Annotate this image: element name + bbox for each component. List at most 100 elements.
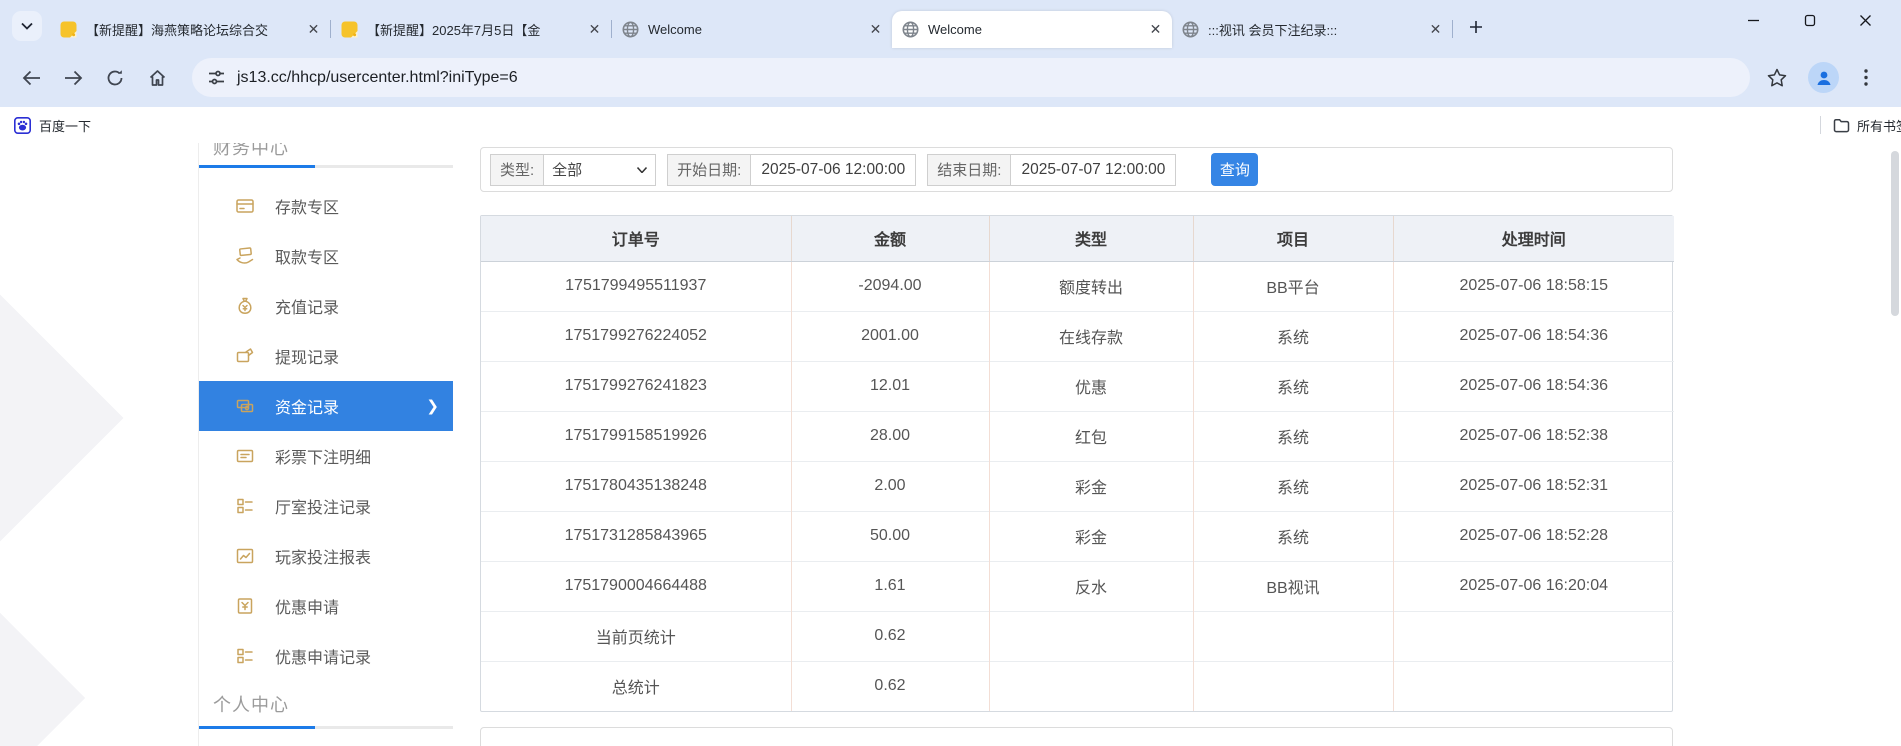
tab-separator: [1452, 20, 1453, 38]
forward-button[interactable]: [56, 61, 90, 95]
browser-tab-1[interactable]: 【新提醒】海燕策略论坛综合交 ✕: [50, 11, 330, 48]
table-cell: 2025-07-06 18:52:28: [1392, 510, 1674, 561]
bookmark-label: 百度一下: [39, 118, 92, 134]
home-button[interactable]: [140, 61, 174, 95]
wallet-out-icon: [235, 346, 255, 366]
sidebar-item-彩票下注明细[interactable]: 彩票下注明细: [199, 431, 453, 481]
star-icon: [1767, 68, 1787, 87]
sidebar-item-优惠申请记录[interactable]: 优惠申请记录: [199, 631, 453, 681]
tab-search-button[interactable]: [12, 11, 42, 41]
tab-close-button[interactable]: ✕: [586, 21, 603, 38]
table-cell: 2025-07-06 18:52:38: [1392, 410, 1674, 461]
start-date-input[interactable]: 2025-07-06 12:00:00: [750, 153, 917, 186]
table-cell: 1751790004664488: [481, 560, 791, 611]
maximize-button[interactable]: [1781, 1, 1837, 39]
reload-icon: [107, 69, 123, 85]
end-date-label: 结束日期:: [927, 153, 1011, 186]
sidebar-item-厅室投注记录[interactable]: 厅室投注记录: [199, 481, 453, 531]
table-cell: 2025-07-06 18:58:15: [1392, 261, 1674, 311]
end-date-input[interactable]: 2025-07-07 12:00:00: [1010, 153, 1177, 186]
sidebar-item-优惠申请[interactable]: 优惠申请: [199, 581, 453, 631]
reload-button[interactable]: [98, 61, 132, 95]
back-arrow-icon: [22, 70, 40, 85]
site-info-icon[interactable]: [208, 69, 225, 86]
browser-tab-3[interactable]: Welcome ✕: [612, 11, 892, 48]
table-cell: [988, 660, 1193, 711]
table-cell: 2001.00: [790, 310, 989, 361]
close-window-button[interactable]: [1837, 1, 1893, 39]
page-scrollbar[interactable]: [1891, 151, 1899, 316]
bookmark-star-button[interactable]: [1760, 61, 1794, 95]
sidebar-item-label: 玩家投注报表: [275, 550, 372, 567]
column-header: 项目: [1192, 216, 1393, 262]
table-cell: BB平台: [1192, 261, 1393, 311]
table-cell: 1751731285843965: [481, 510, 791, 561]
sidebar-item-提现记录[interactable]: 提现记录: [199, 331, 453, 381]
query-button[interactable]: 查询: [1211, 153, 1259, 186]
table-cell: 2.00: [790, 460, 989, 511]
browser-toolbar: js13.cc/hhcp/usercenter.html?iniType=6: [0, 48, 1901, 107]
sidebar-item-取款专区[interactable]: 取款专区: [199, 231, 453, 281]
table-cell: 1751799276241823: [481, 360, 791, 411]
sidebar-item-label: 取款专区: [275, 250, 340, 267]
table-cell: 彩金: [988, 510, 1193, 561]
table-row: 当前页统计 0.62: [481, 610, 1674, 661]
type-label: 类型:: [490, 153, 544, 186]
type-select[interactable]: 全部: [543, 153, 657, 186]
sidebar-item-label: 厅室投注记录: [275, 500, 372, 517]
browser-menu-button[interactable]: [1849, 61, 1883, 95]
table-row: 1751731285843965 50.00 彩金 系统 2025-07-06 18:5…: [481, 510, 1674, 561]
folder-icon: [1833, 118, 1850, 133]
sidebar-item-充值记录[interactable]: 充值记录: [199, 281, 453, 331]
minimize-button[interactable]: [1725, 1, 1781, 39]
profile-avatar[interactable]: [1808, 62, 1839, 93]
globe-favicon: [902, 21, 919, 38]
watermark-shape: [0, 577, 86, 746]
address-bar[interactable]: js13.cc/hhcp/usercenter.html?iniType=6: [192, 58, 1750, 97]
tabs-container: 【新提醒】海燕策略论坛综合交 ✕ 【新提醒】2025年7月5日【金 ✕ Welcome ✕…: [50, 11, 1453, 48]
tab-close-button[interactable]: ✕: [305, 21, 322, 38]
table-row: 1751790004664488 1.61 反水 BB视讯 2025-07-06 16:…: [481, 560, 1674, 611]
tab-close-button[interactable]: ✕: [1147, 21, 1164, 38]
table-cell: BB视讯: [1192, 560, 1393, 611]
new-tab-button[interactable]: [1461, 12, 1491, 42]
select-chevron-icon: [637, 166, 648, 173]
grid-list-icon: [235, 496, 255, 516]
sidebar-item-存款专区[interactable]: 存款专区: [199, 181, 453, 231]
watermark-shape: [0, 269, 124, 567]
table-cell: -2094.00: [790, 261, 989, 311]
table-cell: 彩金: [988, 460, 1193, 511]
tab-title: Welcome: [928, 22, 982, 37]
table-cell: 2025-07-06 18:54:36: [1392, 360, 1674, 411]
table-cell: 28.00: [790, 410, 989, 461]
browser-tab-5[interactable]: :::视讯 会员下注纪录::: ✕: [1172, 11, 1452, 48]
tab-close-button[interactable]: ✕: [867, 21, 884, 38]
close-icon: [1859, 14, 1871, 26]
back-button[interactable]: [14, 61, 48, 95]
bookmark-baidu[interactable]: 百度一下: [14, 116, 91, 135]
sidebar-item-资金记录[interactable]: 资金记录 ❯: [199, 381, 453, 431]
table-cell: [1192, 660, 1393, 711]
funds-notes-icon: [235, 396, 255, 416]
tab-close-button[interactable]: ✕: [1427, 21, 1444, 38]
toolbar-right: [1760, 61, 1887, 95]
sidebar-item-label: 优惠申请记录: [275, 650, 372, 667]
tab-title: :::视讯 会员下注纪录:::: [1208, 23, 1338, 38]
browser-tab-4-active[interactable]: Welcome ✕: [892, 11, 1172, 48]
table-cell: 2025-07-06 18:54:36: [1392, 310, 1674, 361]
main-panel: 类型: 全部 开始日期: 2025-07-06 12:00:00 结束日期: 2…: [480, 143, 1674, 746]
tab-title: 【新提醒】2025年7月5日【金: [367, 23, 541, 38]
start-date-label: 开始日期:: [667, 153, 751, 186]
table-row: 总统计 0.62: [481, 660, 1674, 711]
table-cell: 1751780435138248: [481, 460, 791, 511]
sidebar-item-label: 提现记录: [275, 350, 340, 367]
baidu-favicon: [14, 116, 31, 134]
browser-tab-2[interactable]: 【新提醒】2025年7月5日【金 ✕: [331, 11, 611, 48]
sidebar-item-label: 优惠申请: [275, 600, 340, 617]
section-underline: [199, 726, 453, 729]
sidebar-item-玩家投注报表[interactable]: 玩家投注报表: [199, 531, 453, 581]
all-bookmarks-button[interactable]: 所有书签: [1833, 116, 1901, 135]
records-table-panel: 订单号 金额 类型 项目 处理时间 1751799495511937 -2094.00 额度…: [480, 215, 1674, 712]
browser-window: 【新提醒】海燕策略论坛综合交 ✕ 【新提醒】2025年7月5日【金 ✕ Welcome ✕…: [0, 0, 1901, 746]
plus-icon: [1470, 21, 1482, 33]
